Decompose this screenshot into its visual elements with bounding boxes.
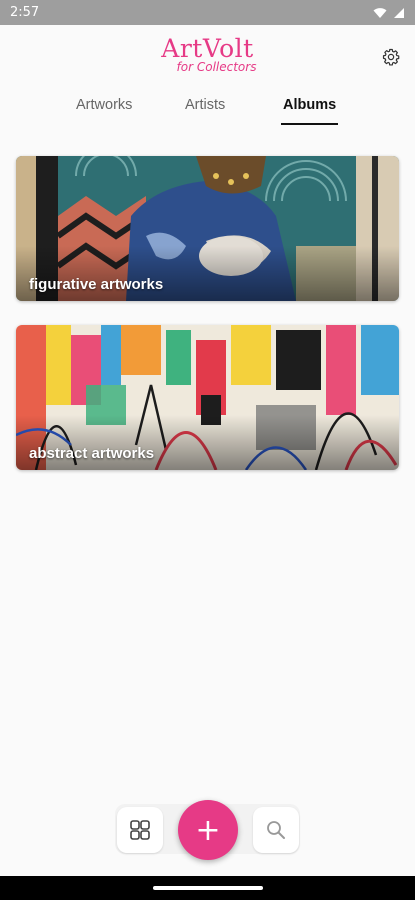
add-button[interactable]: + (178, 800, 238, 860)
cell-signal-icon (394, 7, 404, 18)
app-logo: ArtVolt for Collectors (0, 34, 415, 74)
status-icons (373, 7, 405, 19)
search-button[interactable] (253, 807, 299, 853)
app-subtitle: for Collectors (176, 60, 257, 74)
search-icon (267, 821, 285, 839)
grid-icon (130, 820, 150, 840)
tab-bar: Artworks Artists Albums (0, 97, 415, 125)
app-header: ArtVolt for Collectors (0, 25, 415, 85)
tab-artists-label: Artists (185, 97, 226, 113)
album-label: abstract artworks (29, 445, 155, 462)
gear-icon (382, 48, 400, 66)
album-label: figurative artworks (29, 276, 164, 293)
tab-artists[interactable]: Artists (185, 97, 225, 125)
system-nav-bar (0, 876, 415, 900)
home-indicator[interactable] (153, 886, 263, 890)
status-bar: 2:57 (0, 0, 415, 25)
settings-button[interactable] (381, 47, 401, 67)
tab-albums[interactable]: Albums (281, 97, 339, 125)
tab-active-indicator (281, 123, 339, 125)
album-card-abstract[interactable]: abstract artworks (16, 325, 399, 470)
wifi-icon (373, 7, 387, 18)
tab-albums-label: Albums (283, 97, 337, 113)
tab-artworks[interactable]: Artworks (76, 97, 132, 125)
grid-view-button[interactable] (117, 807, 163, 853)
album-card-figurative[interactable]: figurative artworks (16, 156, 399, 301)
app-title: ArtVolt (161, 34, 254, 63)
status-time: 2:57 (10, 5, 40, 20)
tab-artworks-label: Artworks (76, 97, 133, 113)
add-icon: + (195, 812, 221, 848)
